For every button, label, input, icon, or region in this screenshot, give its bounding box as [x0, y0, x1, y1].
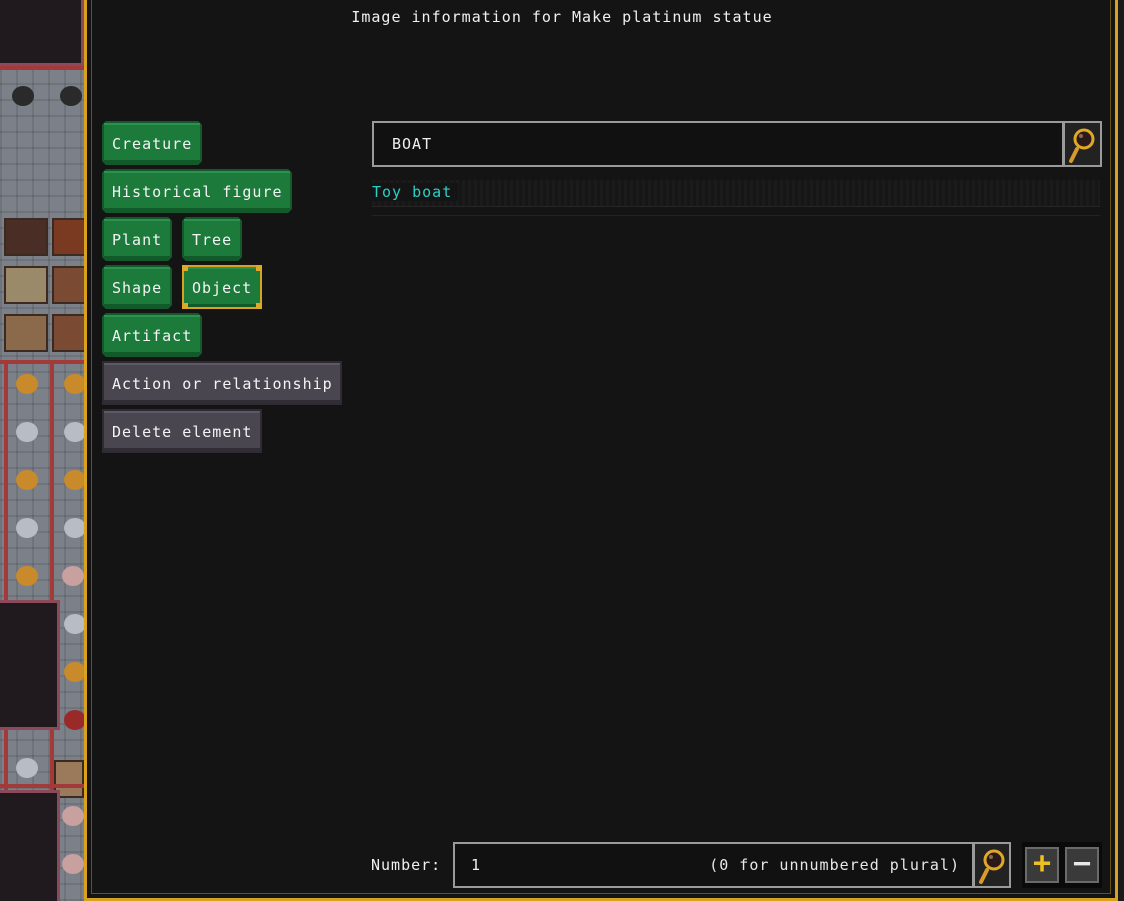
map-ore — [64, 662, 84, 682]
map-rail — [0, 784, 84, 788]
map-dark-tile — [0, 790, 60, 901]
number-value: 1 — [471, 856, 482, 874]
map-ore — [64, 710, 84, 730]
panel-edge — [1118, 0, 1124, 901]
map-dark-tile — [0, 600, 60, 730]
map-ore — [16, 470, 38, 490]
divider — [372, 215, 1100, 216]
search-input[interactable]: BOAT — [372, 121, 1064, 167]
map-ore — [64, 518, 84, 538]
category-action-or-relationship-button[interactable]: Action or relationship — [102, 361, 342, 405]
map-bin — [52, 266, 84, 304]
map-bin — [52, 314, 84, 352]
category-object-button[interactable]: Object — [182, 265, 262, 309]
delete-element-button[interactable]: Delete element — [102, 409, 262, 453]
magnifier-icon — [979, 849, 1005, 884]
map-bin — [52, 218, 84, 256]
map-ore — [62, 854, 84, 874]
magnifier-icon — [1069, 128, 1095, 163]
map-ore — [16, 758, 38, 778]
map-bin — [4, 218, 48, 256]
map-bin — [4, 266, 48, 304]
category-historical-figure-button[interactable]: Historical figure — [102, 169, 292, 213]
map-ore — [16, 422, 38, 442]
map-ore — [64, 374, 84, 394]
map-ore — [64, 614, 84, 634]
decrement-button[interactable]: − — [1065, 847, 1099, 883]
number-search-button[interactable] — [973, 842, 1011, 888]
map-rail — [0, 66, 84, 70]
selection-corner — [182, 303, 188, 309]
selection-corner — [256, 265, 262, 271]
map-ore — [60, 86, 82, 106]
selection-corner — [182, 265, 188, 271]
game-map-strip — [0, 0, 84, 901]
category-creature-button[interactable]: Creature — [102, 121, 202, 165]
list-item[interactable]: Toy boat — [372, 180, 1100, 207]
map-ore — [62, 806, 84, 826]
map-rail — [0, 360, 84, 364]
category-tree-button[interactable]: Tree — [182, 217, 242, 261]
panel-title: Image information for Make platinum stat… — [351, 8, 773, 26]
map-bin — [4, 314, 48, 352]
map-ore — [64, 470, 84, 490]
number-stepper: + − — [1022, 842, 1102, 888]
search-button[interactable] — [1064, 121, 1102, 167]
number-hint: (0 for unnumbered plural) — [709, 856, 960, 874]
map-ore — [12, 86, 34, 106]
map-ore — [16, 374, 38, 394]
increment-button[interactable]: + — [1025, 847, 1059, 883]
result-label: Toy boat — [372, 183, 459, 201]
selection-corner — [256, 303, 262, 309]
map-ore — [16, 566, 38, 586]
map-ore — [62, 566, 84, 586]
map-ore — [16, 518, 38, 538]
category-artifact-button[interactable]: Artifact — [102, 313, 202, 357]
number-label: Number: — [371, 856, 442, 874]
category-plant-button[interactable]: Plant — [102, 217, 172, 261]
number-input[interactable]: 1 (0 for unnumbered plural) — [453, 842, 974, 888]
map-ore — [64, 422, 84, 442]
category-shape-button[interactable]: Shape — [102, 265, 172, 309]
